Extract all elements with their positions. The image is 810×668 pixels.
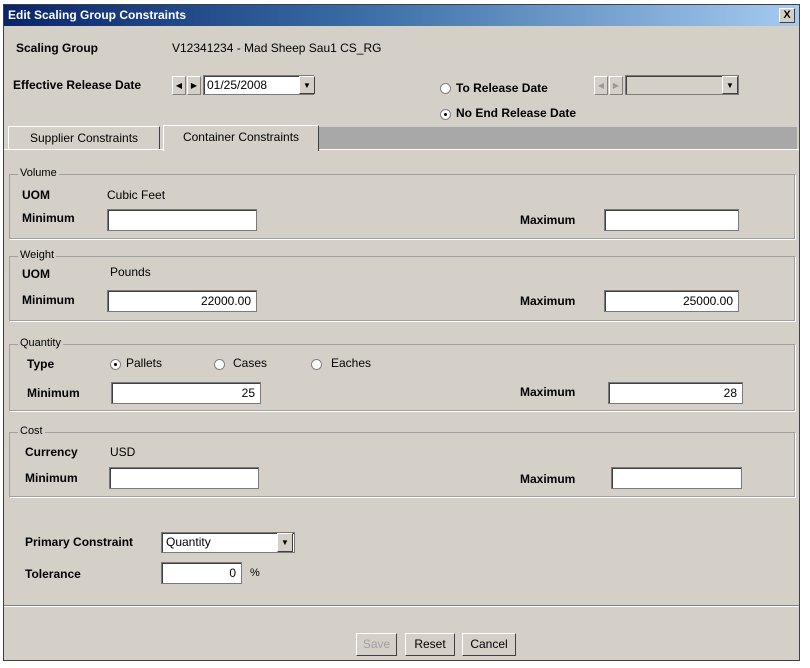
- eaches-radio[interactable]: [311, 359, 322, 370]
- primary-constraint-dropdown-icon[interactable]: ▼: [277, 533, 293, 552]
- close-icon[interactable]: X: [779, 8, 795, 23]
- quantity-minimum-label: Minimum: [27, 386, 80, 400]
- cancel-button[interactable]: Cancel: [462, 633, 516, 656]
- effective-release-date-value: 01/25/2008: [207, 78, 268, 92]
- quantity-maximum-label: Maximum: [520, 385, 576, 399]
- quantity-minimum-input[interactable]: 25: [111, 382, 261, 404]
- to-release-date-radio[interactable]: [440, 83, 451, 94]
- cases-label: Cases: [233, 356, 268, 370]
- title-bar[interactable]: Edit Scaling Group Constraints X: [4, 5, 799, 26]
- quantity-legend: Quantity: [18, 337, 63, 349]
- window-title: Edit Scaling Group Constraints: [8, 8, 187, 22]
- no-end-release-date-radio[interactable]: [440, 109, 451, 120]
- eaches-label: Eaches: [331, 356, 372, 370]
- cost-minimum-input[interactable]: [109, 467, 259, 489]
- volume-maximum-label: Maximum: [520, 213, 576, 227]
- volume-minimum-input[interactable]: [107, 209, 257, 231]
- cost-minimum-label: Minimum: [25, 471, 78, 485]
- to-release-prev-arrow-icon: ◀: [594, 76, 608, 95]
- cost-maximum-label: Maximum: [520, 472, 576, 486]
- weight-legend: Weight: [18, 249, 57, 261]
- primary-constraint-label: Primary Constraint: [25, 535, 134, 549]
- tolerance-label: Tolerance: [25, 567, 81, 581]
- weight-maximum-label: Maximum: [520, 294, 576, 308]
- effective-release-date-field[interactable]: 01/25/2008: [203, 75, 314, 95]
- primary-constraint-value: Quantity: [166, 535, 211, 549]
- cost-currency-value: USD: [110, 445, 136, 459]
- scaling-group-value: V12341234 - Mad Sheep Sau1 CS_RG: [172, 41, 382, 55]
- dialog-window: Edit Scaling Group Constraints X Scaling…: [3, 4, 800, 661]
- tab-container-constraints-label: Container Constraints: [182, 130, 300, 144]
- tolerance-input[interactable]: 0: [161, 562, 242, 584]
- to-release-date-label: To Release Date: [456, 81, 548, 95]
- effective-release-dropdown-icon[interactable]: ▼: [299, 76, 315, 94]
- weight-minimum-input[interactable]: 22000.00: [107, 290, 257, 312]
- weight-uom-label: UOM: [22, 267, 50, 281]
- volume-uom-value: Cubic Feet: [107, 188, 166, 202]
- volume-uom-label: UOM: [22, 188, 50, 202]
- quantity-type-label: Type: [27, 357, 55, 371]
- weight-uom-value: Pounds: [110, 265, 151, 279]
- volume-legend: Volume: [18, 167, 59, 179]
- to-release-dropdown-icon: ▼: [722, 76, 738, 94]
- footer-divider-highlight: [4, 606, 799, 607]
- weight-maximum-input[interactable]: 25000.00: [604, 290, 739, 312]
- to-release-next-arrow-icon: ▶: [609, 76, 623, 95]
- reset-button[interactable]: Reset: [405, 633, 455, 656]
- cost-currency-label: Currency: [25, 445, 78, 459]
- volume-maximum-input[interactable]: [604, 209, 739, 231]
- tab-supplier-constraints[interactable]: Supplier Constraints: [8, 126, 160, 149]
- weight-minimum-label: Minimum: [22, 293, 75, 307]
- cost-maximum-input[interactable]: [611, 467, 742, 489]
- tab-panel-top-edge: [4, 149, 799, 150]
- tolerance-unit: %: [250, 567, 260, 579]
- next-date-arrow-icon[interactable]: ▶: [187, 76, 201, 95]
- primary-constraint-select[interactable]: Quantity: [161, 532, 295, 553]
- pallets-label: Pallets: [126, 356, 163, 370]
- tab-supplier-constraints-label: Supplier Constraints: [29, 131, 139, 145]
- save-button[interactable]: Save: [356, 633, 397, 656]
- prev-date-arrow-icon[interactable]: ◀: [172, 76, 186, 95]
- cases-radio[interactable]: [214, 359, 225, 370]
- scaling-group-label: Scaling Group: [16, 41, 99, 55]
- tab-strip-filler: [319, 127, 797, 149]
- cost-legend: Cost: [18, 425, 45, 437]
- effective-release-label: Effective Release Date: [13, 78, 142, 92]
- pallets-radio[interactable]: [110, 359, 121, 370]
- volume-minimum-label: Minimum: [22, 211, 75, 225]
- tab-container-constraints[interactable]: Container Constraints: [163, 125, 319, 151]
- no-end-release-date-label: No End Release Date: [456, 106, 577, 120]
- quantity-maximum-input[interactable]: 28: [608, 382, 743, 404]
